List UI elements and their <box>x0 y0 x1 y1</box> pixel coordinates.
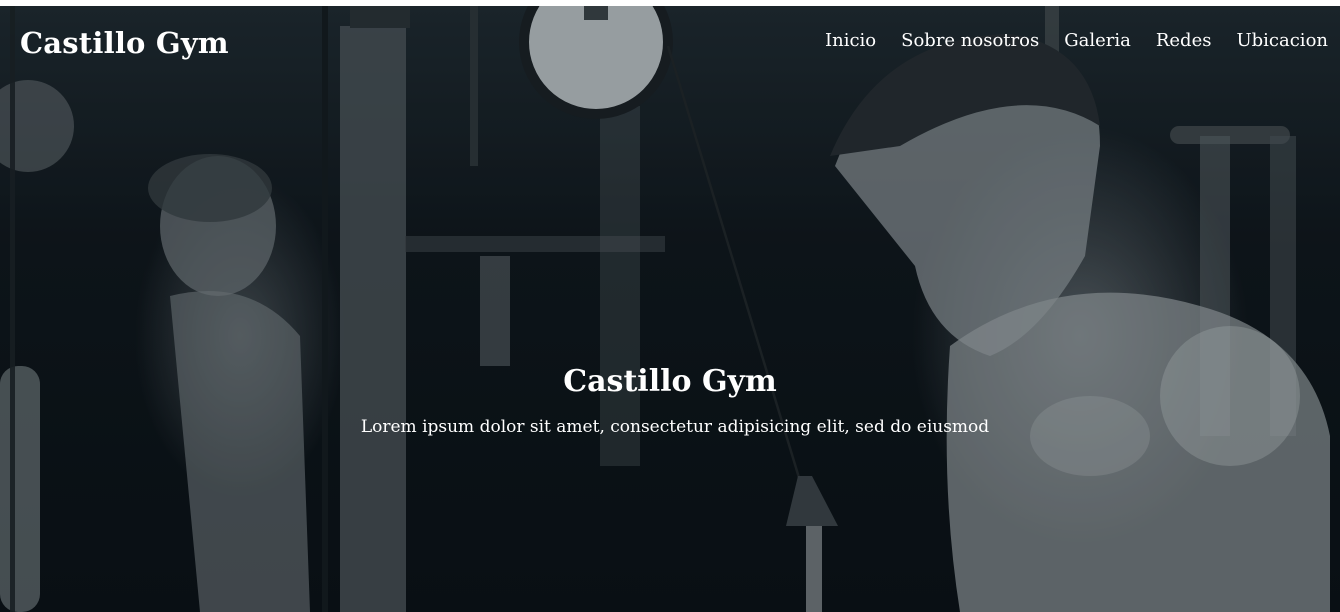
nav-link-inicio[interactable]: Inicio <box>825 30 876 51</box>
nav-item-sobre-nosotros: Sobre nosotros <box>901 30 1039 51</box>
hero-title: Castillo Gym <box>563 364 777 399</box>
main-nav: Inicio Sobre nosotros Galeria Redes Ubic… <box>825 30 1328 51</box>
nav-item-redes: Redes <box>1156 30 1212 51</box>
hero-subtitle: Lorem ipsum dolor sit amet, consectetur … <box>360 417 990 437</box>
brand-logo-link[interactable]: Castillo Gym <box>20 26 229 60</box>
nav-link-sobre-nosotros[interactable]: Sobre nosotros <box>901 30 1039 51</box>
hero-overlay <box>0 6 1340 612</box>
nav-link-redes[interactable]: Redes <box>1156 30 1212 51</box>
nav-link-ubicacion[interactable]: Ubicacion <box>1236 30 1328 51</box>
nav-item-galeria: Galeria <box>1064 30 1131 51</box>
nav-item-inicio: Inicio <box>825 30 876 51</box>
nav-link-galeria[interactable]: Galeria <box>1064 30 1131 51</box>
nav-item-ubicacion: Ubicacion <box>1236 30 1328 51</box>
hero-section: Castillo Gym Inicio Sobre nosotros Galer… <box>0 6 1340 612</box>
